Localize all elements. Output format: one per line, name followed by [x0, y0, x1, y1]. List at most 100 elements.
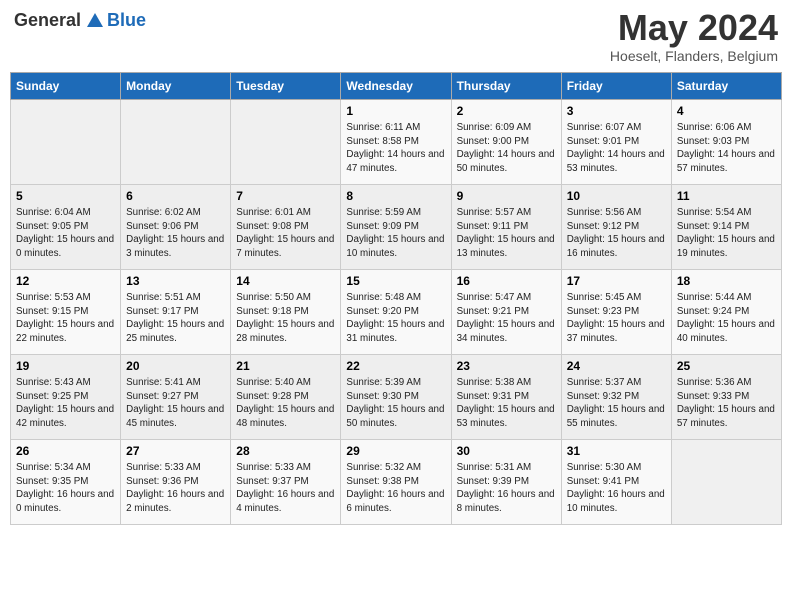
calendar-day-12: 12 Sunrise: 5:53 AMSunset: 9:15 PMDayligh…	[11, 270, 121, 355]
calendar-day-7: 7Sunrise: 6:01 AMSunset: 9:08 PMDaylight…	[231, 185, 341, 270]
day-detail: Sunrise: 6:11 AMSunset: 8:58 PMDaylight:…	[346, 121, 445, 176]
day-detail: Sunrise: 5:34 AMSunset: 9:35 PMDaylight:…	[16, 461, 115, 516]
location-title: Hoeselt, Flanders, Belgium	[610, 48, 778, 64]
page-header: General Blue May 2024 Hoeselt, Flanders,…	[10, 10, 782, 64]
day-number: 8	[346, 189, 445, 203]
calendar-day-24: 24 Sunrise: 5:37 AMSunset: 9:32 PMDayligh…	[561, 355, 671, 440]
calendar-empty-cell	[231, 100, 341, 185]
weekday-header-saturday: Saturday	[671, 73, 781, 100]
day-detail: Sunrise: 5:51 AMSunset: 9:17 PMDaylight:…	[126, 291, 225, 346]
day-detail: Sunrise: 5:48 AMSunset: 9:20 PMDaylight:…	[346, 291, 445, 346]
calendar-week-row: 26 Sunrise: 5:34 AMSunset: 9:35 PMDayligh…	[11, 440, 782, 525]
day-number: 12	[16, 274, 115, 288]
day-number: 20	[126, 359, 225, 373]
calendar-empty-cell	[671, 440, 781, 525]
day-detail: Sunrise: 5:50 AMSunset: 9:18 PMDaylight:…	[236, 291, 335, 346]
day-number: 11	[677, 189, 776, 203]
day-detail: Sunrise: 5:30 AMSunset: 9:41 PMDaylight:…	[567, 461, 666, 516]
calendar-day-22: 22 Sunrise: 5:39 AMSunset: 9:30 PMDayligh…	[341, 355, 451, 440]
day-detail: Sunrise: 5:56 AMSunset: 9:12 PMDaylight:…	[567, 206, 666, 261]
calendar-day-28: 28 Sunrise: 5:33 AMSunset: 9:37 PMDayligh…	[231, 440, 341, 525]
day-number: 1	[346, 104, 445, 118]
calendar-day-8: 8Sunrise: 5:59 AMSunset: 9:09 PMDaylight…	[341, 185, 451, 270]
day-number: 31	[567, 444, 666, 458]
month-title: May 2024	[610, 10, 778, 46]
day-number: 17	[567, 274, 666, 288]
calendar-day-29: 29 Sunrise: 5:32 AMSunset: 9:38 PMDayligh…	[341, 440, 451, 525]
logo-icon	[85, 11, 105, 31]
day-number: 29	[346, 444, 445, 458]
day-number: 13	[126, 274, 225, 288]
calendar-day-17: 17 Sunrise: 5:45 AMSunset: 9:23 PMDayligh…	[561, 270, 671, 355]
title-block: May 2024 Hoeselt, Flanders, Belgium	[610, 10, 778, 64]
weekday-header-tuesday: Tuesday	[231, 73, 341, 100]
calendar-day-1: 1 Sunrise: 6:11 AMSunset: 8:58 PMDaylight…	[341, 100, 451, 185]
day-number: 5	[16, 189, 115, 203]
day-number: 2	[457, 104, 556, 118]
calendar-day-25: 25Sunrise: 5:36 AMSunset: 9:33 PMDayligh…	[671, 355, 781, 440]
day-detail: Sunrise: 5:33 AMSunset: 9:36 PMDaylight:…	[126, 461, 225, 516]
calendar-day-27: 27 Sunrise: 5:33 AMSunset: 9:36 PMDayligh…	[121, 440, 231, 525]
day-number: 6	[126, 189, 225, 203]
calendar-day-3: 3 Sunrise: 6:07 AMSunset: 9:01 PMDaylight…	[561, 100, 671, 185]
day-detail: Sunrise: 6:07 AMSunset: 9:01 PMDaylight:…	[567, 121, 666, 176]
weekday-header-wednesday: Wednesday	[341, 73, 451, 100]
calendar-day-21: 21Sunrise: 5:40 AMSunset: 9:28 PMDayligh…	[231, 355, 341, 440]
day-detail: Sunrise: 5:57 AMSunset: 9:11 PMDaylight:…	[457, 206, 556, 261]
day-number: 19	[16, 359, 115, 373]
calendar-empty-cell	[11, 100, 121, 185]
day-number: 28	[236, 444, 335, 458]
calendar-day-11: 11 Sunrise: 5:54 AMSunset: 9:14 PMDayligh…	[671, 185, 781, 270]
day-detail: Sunrise: 5:41 AMSunset: 9:27 PMDaylight:…	[126, 376, 225, 431]
calendar-day-26: 26 Sunrise: 5:34 AMSunset: 9:35 PMDayligh…	[11, 440, 121, 525]
day-number: 10	[567, 189, 666, 203]
calendar-week-row: 1 Sunrise: 6:11 AMSunset: 8:58 PMDaylight…	[11, 100, 782, 185]
calendar-week-row: 5 Sunrise: 6:04 AMSunset: 9:05 PMDaylight…	[11, 185, 782, 270]
weekday-header-monday: Monday	[121, 73, 231, 100]
day-number: 4	[677, 104, 776, 118]
day-number: 16	[457, 274, 556, 288]
weekday-header-friday: Friday	[561, 73, 671, 100]
day-detail: Sunrise: 5:44 AMSunset: 9:24 PMDaylight:…	[677, 291, 776, 346]
calendar-empty-cell	[121, 100, 231, 185]
calendar-day-10: 10 Sunrise: 5:56 AMSunset: 9:12 PMDayligh…	[561, 185, 671, 270]
day-number: 30	[457, 444, 556, 458]
calendar-day-9: 9Sunrise: 5:57 AMSunset: 9:11 PMDaylight…	[451, 185, 561, 270]
weekday-header-thursday: Thursday	[451, 73, 561, 100]
day-number: 27	[126, 444, 225, 458]
day-number: 15	[346, 274, 445, 288]
day-detail: Sunrise: 5:33 AMSunset: 9:37 PMDaylight:…	[236, 461, 335, 516]
calendar-day-6: 6 Sunrise: 6:02 AMSunset: 9:06 PMDaylight…	[121, 185, 231, 270]
calendar-day-4: 4Sunrise: 6:06 AMSunset: 9:03 PMDaylight…	[671, 100, 781, 185]
day-detail: Sunrise: 5:38 AMSunset: 9:31 PMDaylight:…	[457, 376, 556, 431]
calendar-day-16: 16 Sunrise: 5:47 AMSunset: 9:21 PMDayligh…	[451, 270, 561, 355]
day-number: 24	[567, 359, 666, 373]
logo: General Blue	[14, 10, 146, 31]
day-detail: Sunrise: 5:53 AMSunset: 9:15 PMDaylight:…	[16, 291, 115, 346]
day-number: 25	[677, 359, 776, 373]
day-number: 3	[567, 104, 666, 118]
calendar-day-19: 19 Sunrise: 5:43 AMSunset: 9:25 PMDayligh…	[11, 355, 121, 440]
day-detail: Sunrise: 6:02 AMSunset: 9:06 PMDaylight:…	[126, 206, 225, 261]
day-detail: Sunrise: 5:40 AMSunset: 9:28 PMDaylight:…	[236, 376, 335, 431]
day-detail: Sunrise: 5:45 AMSunset: 9:23 PMDaylight:…	[567, 291, 666, 346]
day-detail: Sunrise: 5:39 AMSunset: 9:30 PMDaylight:…	[346, 376, 445, 431]
logo-blue: Blue	[107, 10, 146, 31]
day-detail: Sunrise: 5:54 AMSunset: 9:14 PMDaylight:…	[677, 206, 776, 261]
day-detail: Sunrise: 5:37 AMSunset: 9:32 PMDaylight:…	[567, 376, 666, 431]
calendar-week-row: 19 Sunrise: 5:43 AMSunset: 9:25 PMDayligh…	[11, 355, 782, 440]
day-detail: Sunrise: 5:47 AMSunset: 9:21 PMDaylight:…	[457, 291, 556, 346]
logo-general: General	[14, 10, 81, 31]
calendar-day-31: 31 Sunrise: 5:30 AMSunset: 9:41 PMDayligh…	[561, 440, 671, 525]
calendar-day-23: 23Sunrise: 5:38 AMSunset: 9:31 PMDayligh…	[451, 355, 561, 440]
day-number: 18	[677, 274, 776, 288]
day-number: 7	[236, 189, 335, 203]
day-detail: Sunrise: 5:43 AMSunset: 9:25 PMDaylight:…	[16, 376, 115, 431]
calendar-day-30: 30 Sunrise: 5:31 AMSunset: 9:39 PMDayligh…	[451, 440, 561, 525]
day-detail: Sunrise: 5:32 AMSunset: 9:38 PMDaylight:…	[346, 461, 445, 516]
day-detail: Sunrise: 6:04 AMSunset: 9:05 PMDaylight:…	[16, 206, 115, 261]
day-number: 22	[346, 359, 445, 373]
day-detail: Sunrise: 5:31 AMSunset: 9:39 PMDaylight:…	[457, 461, 556, 516]
day-number: 26	[16, 444, 115, 458]
calendar-day-14: 14Sunrise: 5:50 AMSunset: 9:18 PMDayligh…	[231, 270, 341, 355]
